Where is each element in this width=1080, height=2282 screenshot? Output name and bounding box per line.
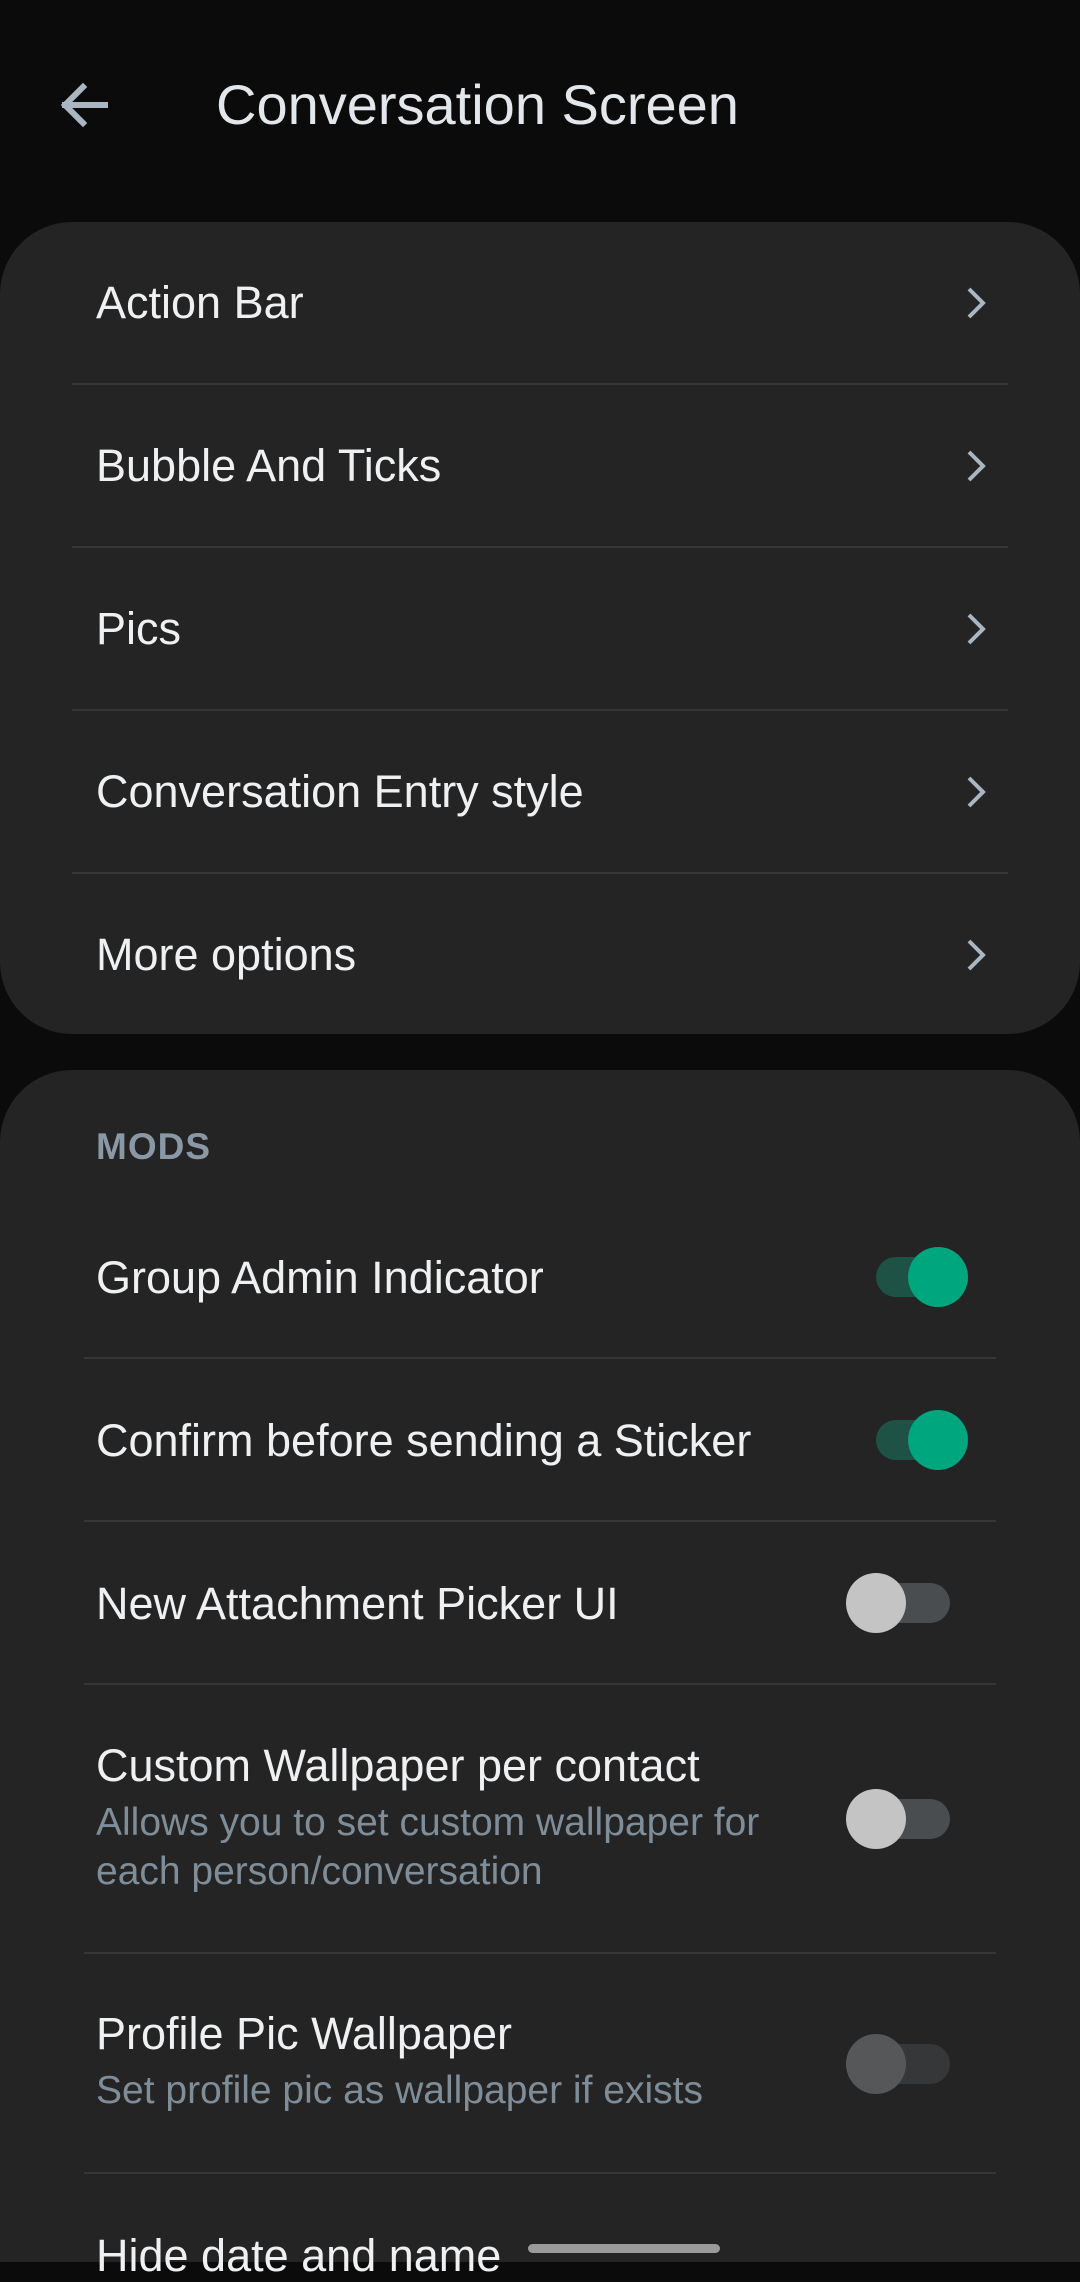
switch-thumb [846,1573,906,1633]
switch-thumb [908,1410,968,1470]
gesture-navigation-bar[interactable] [528,2244,720,2253]
toggle-switch-confirm-sticker[interactable] [860,1396,968,1486]
chevron-right-icon [967,939,986,971]
mod-item-label: New Attachment Picker UI [96,1578,619,1629]
menu-item-label: Bubble And Ticks [96,440,442,491]
toggle-switch-group-admin-indicator[interactable] [860,1233,968,1323]
page-title: Conversation Screen [216,73,739,136]
menu-item-bubble-and-ticks[interactable]: Bubble And Ticks [0,385,1080,547]
mod-item-label: Group Admin Indicator [96,1252,544,1303]
divider [84,1520,996,1522]
mods-card: MODS Group Admin Indicator Confirm befor… [0,1070,1080,2281]
menu-item-label: Conversation Entry style [96,766,584,817]
toggle-switch-profile-pic-wallpaper[interactable] [846,2020,966,2110]
toggle-switch-custom-wallpaper[interactable] [846,1775,966,1865]
chevron-right-icon [967,776,986,808]
mod-item-label: Hide date and name [96,2230,502,2281]
menu-item-label: More options [96,929,357,980]
menu-item-label: Pics [96,603,182,654]
mod-item-label: Profile Pic Wallpaper [96,2008,512,2059]
back-button[interactable] [50,70,120,140]
divider [84,1952,996,1954]
menu-item-action-bar[interactable]: Action Bar [0,222,1080,384]
chevron-right-icon [967,450,986,482]
mod-item-label: Confirm before sending a Sticker [96,1415,752,1466]
mod-item-subtitle: Allows you to set custom wallpaper for e… [96,1801,760,1893]
divider [84,2172,996,2174]
chevron-right-icon [967,613,986,645]
switch-thumb [846,1789,906,1849]
mod-item-label: Custom Wallpaper per contact [96,1740,700,1791]
divider [84,1357,996,1359]
chevron-right-icon [967,287,986,319]
section-header-mods: MODS [96,1126,211,1167]
divider [84,1683,996,1685]
menu-item-pics[interactable]: Pics [0,548,1080,710]
settings-menu-card: Action Bar Bubble And Ticks Pics Convers… [0,222,1080,1034]
app-bar: Conversation Screen [0,0,1080,210]
menu-item-more-options[interactable]: More options [0,874,1080,1036]
switch-thumb [908,1247,968,1307]
arrow-left-icon [60,82,108,128]
switch-thumb [846,2034,906,2094]
mod-item-subtitle: Set profile pic as wallpaper if exists [96,2069,703,2112]
toggle-switch-new-attachment-picker[interactable] [846,1559,966,1649]
menu-item-conversation-entry-style[interactable]: Conversation Entry style [0,711,1080,873]
menu-item-label: Action Bar [96,277,304,328]
